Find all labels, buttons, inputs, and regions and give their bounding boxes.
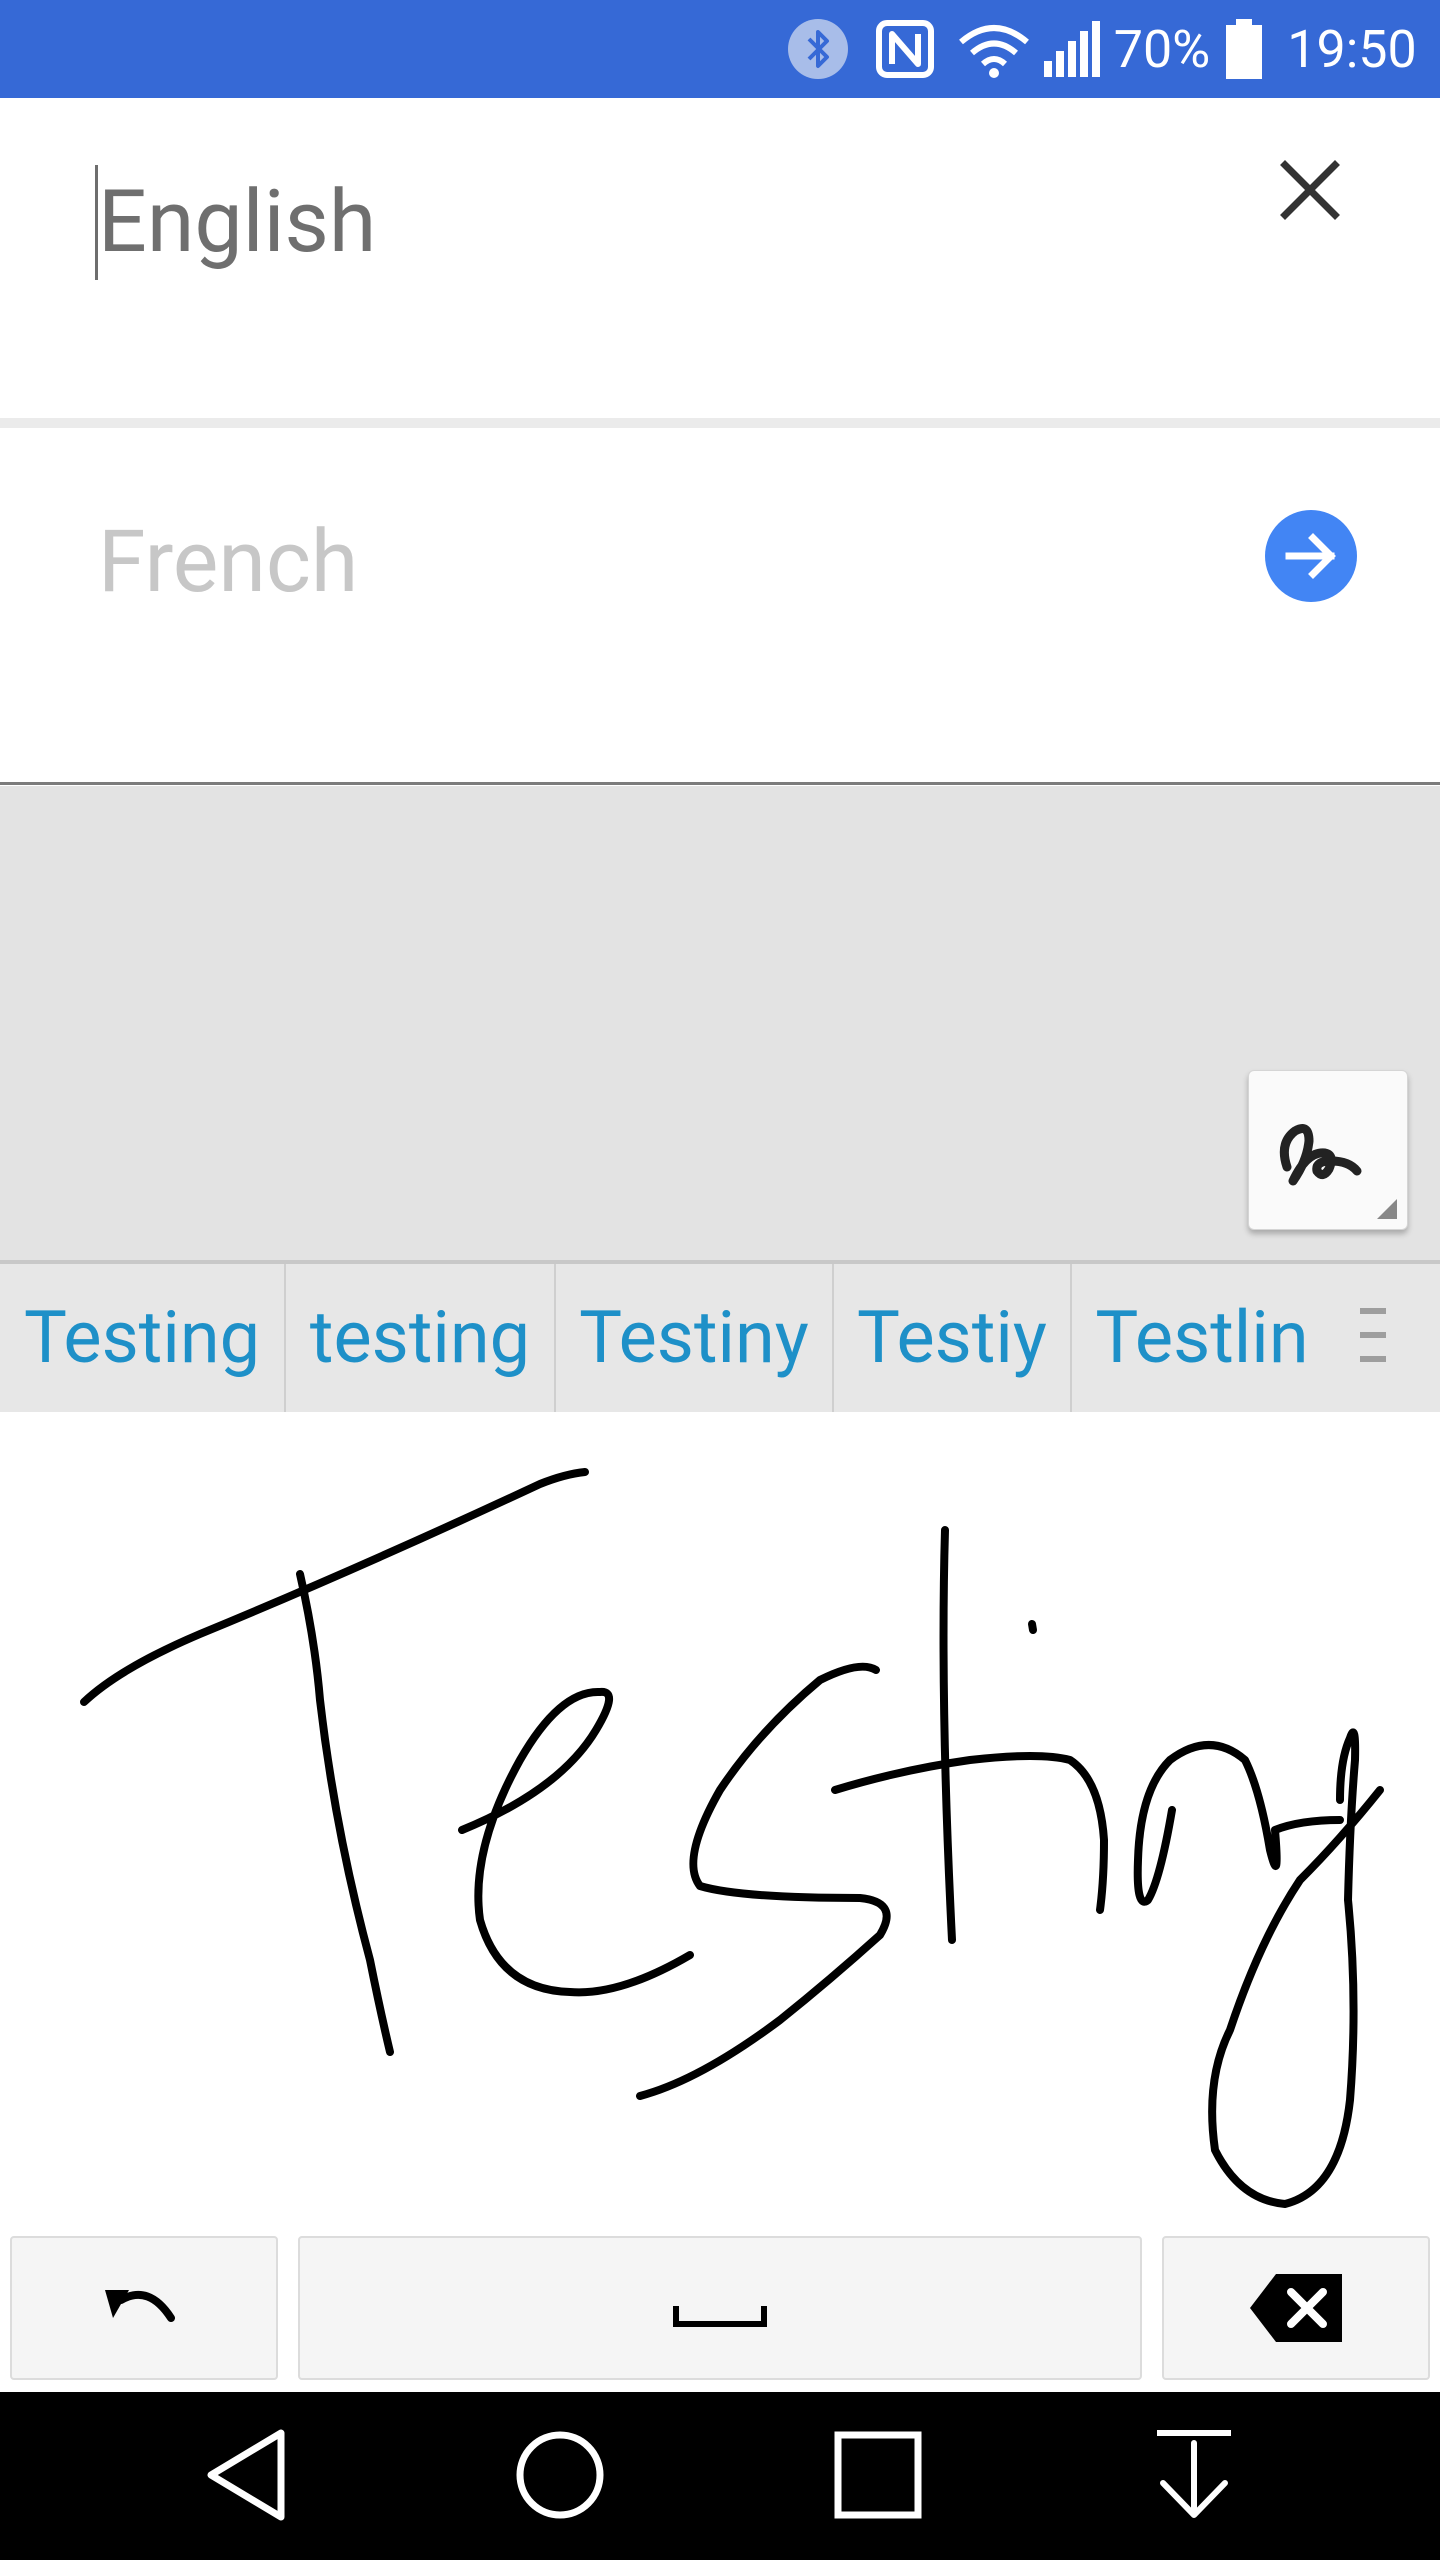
more-suggestions-button[interactable] — [1348, 1300, 1400, 1376]
back-icon — [207, 2429, 285, 2521]
source-input-placeholder[interactable]: English — [98, 172, 376, 272]
nfc-icon — [874, 0, 936, 98]
bluetooth-icon — [785, 0, 851, 98]
home-button[interactable] — [500, 2420, 620, 2530]
suggestion-item[interactable]: Testiy — [834, 1264, 1070, 1412]
undo-button[interactable] — [10, 2236, 278, 2380]
suggestion-item[interactable]: Testing — [0, 1264, 284, 1412]
more-suggestions-icon — [1360, 1308, 1386, 1362]
backspace-icon — [1250, 2274, 1342, 2342]
arrow-right-icon — [1285, 533, 1336, 579]
close-icon — [1280, 160, 1340, 220]
clear-input-button[interactable] — [1265, 145, 1355, 235]
handwriting-mode-button[interactable] — [1248, 1070, 1408, 1230]
handwriting-canvas[interactable] — [0, 1412, 1440, 2230]
back-button[interactable] — [186, 2420, 306, 2530]
wifi-icon — [956, 0, 1032, 98]
handwriting-icon — [1279, 1124, 1397, 1219]
content-area — [0, 786, 1440, 1260]
divider — [0, 418, 1440, 428]
suggestion-item[interactable]: testing — [286, 1264, 554, 1412]
undo-icon — [105, 2290, 175, 2322]
target-language-placeholder: French — [98, 511, 359, 612]
battery-percent: 70% — [1113, 18, 1211, 80]
space-key[interactable] — [298, 2236, 1142, 2380]
recents-button[interactable] — [818, 2420, 938, 2530]
signal-icon — [1040, 0, 1104, 98]
space-icon — [673, 2306, 767, 2327]
suggestion-item[interactable]: Testlin — [1072, 1264, 1332, 1412]
hide-keyboard-button[interactable] — [1134, 2420, 1254, 2530]
recents-icon — [834, 2431, 922, 2519]
backspace-key[interactable] — [1162, 2236, 1430, 2380]
suggestion-item[interactable]: Testiny — [556, 1264, 832, 1412]
home-icon — [516, 2431, 604, 2519]
status-bar: 70% 19:50 — [0, 0, 1440, 98]
translate-button[interactable] — [1265, 510, 1357, 602]
hide-keyboard-icon — [1157, 2430, 1231, 2518]
battery-icon — [1222, 0, 1266, 98]
clock: 19:50 — [1287, 18, 1417, 80]
handwriting-strokes — [80, 1468, 1384, 2208]
